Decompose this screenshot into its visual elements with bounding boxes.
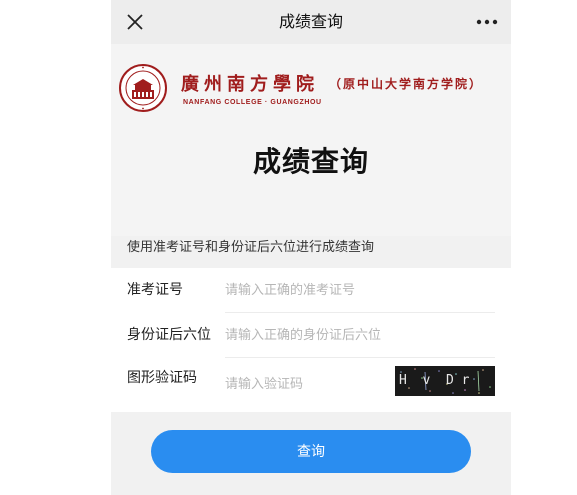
- query-button[interactable]: 查询: [151, 430, 471, 473]
- exam-id-row: 准考证号: [111, 268, 511, 312]
- captcha-input[interactable]: [225, 372, 415, 396]
- school-banner: 廣州南方學院 （原中山大学南方学院） NANFANG COLLEGE · GUA…: [111, 44, 511, 236]
- more-icon[interactable]: [473, 8, 501, 36]
- page-heading: 成绩查询: [252, 145, 369, 178]
- school-former-name: （原中山大学南方学院）: [329, 77, 484, 91]
- exam-id-label: 准考证号: [127, 282, 183, 298]
- school-seal-logo: [119, 64, 167, 112]
- id-last6-row: 身份证后六位: [111, 313, 511, 357]
- nav-bar: 成绩查询: [111, 0, 511, 44]
- nav-title: 成绩查询: [278, 12, 343, 31]
- instruction-text: 使用准考证号和身份证后六位进行成绩查询: [127, 240, 375, 255]
- school-name: 廣州南方學院: [181, 74, 319, 95]
- id-last6-label: 身份证后六位: [127, 327, 211, 343]
- captcha-text: H v D r: [399, 373, 470, 388]
- captcha-image[interactable]: H v D r: [395, 366, 495, 396]
- phone-frame: 成绩查询 廣州南方學院 （原中山大学南方学院） NANFANG COLLEGE …: [111, 0, 511, 495]
- exam-id-input[interactable]: [225, 278, 415, 302]
- id-last6-input[interactable]: [225, 323, 415, 347]
- captcha-label: 图形验证码: [127, 370, 197, 386]
- school-english-name: NANFANG COLLEGE · GUANGZHOU: [183, 99, 322, 106]
